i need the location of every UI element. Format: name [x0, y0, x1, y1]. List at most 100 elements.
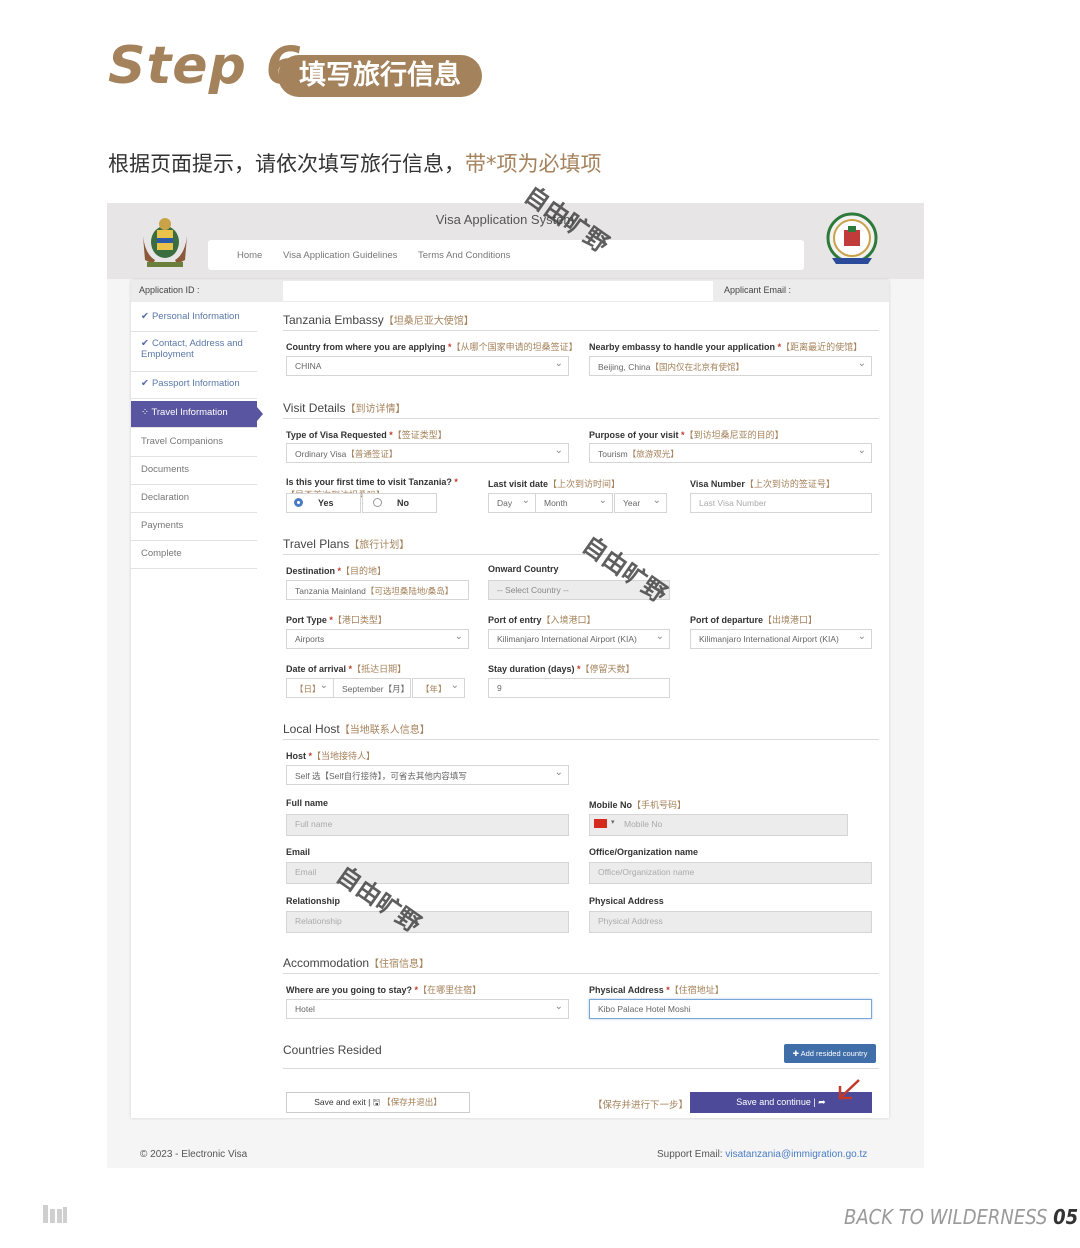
- visa-type-label: Type of Visa Requested *【签证类型】: [286, 430, 447, 440]
- sidebar-item-personal[interactable]: ✔ Personal Information: [131, 305, 257, 332]
- host-label: Host *【当地接待人】: [286, 751, 376, 761]
- accommodation-address-input[interactable]: Kibo Palace Hotel Moshi: [589, 999, 872, 1019]
- last-visit-label: Last visit date【上次到访时间】: [488, 479, 621, 489]
- tanzania-coat-of-arms-logo: [143, 218, 187, 267]
- nearby-embassy-label: Nearby embassy to handle your applicatio…: [589, 342, 863, 352]
- port-type-select[interactable]: Airports: [286, 629, 469, 649]
- visa-number-input[interactable]: Last Visa Number: [690, 493, 872, 513]
- intro-text: 根据页面提示，请依次填写旅行信息，带*项为必填项: [108, 152, 602, 176]
- china-flag-icon[interactable]: [594, 819, 607, 828]
- email-input[interactable]: Email: [286, 862, 569, 884]
- arrival-month-select[interactable]: September【月】: [333, 678, 411, 698]
- purpose-label: Purpose of your visit *【到访坦桑尼亚的目的】: [589, 430, 784, 440]
- sidebar-item-travel[interactable]: ⁘ Travel Information: [131, 401, 263, 428]
- mobile-input[interactable]: Mobile No: [589, 814, 848, 836]
- sidebar-item-contact[interactable]: ✔ Contact, Address and Employment: [131, 332, 257, 372]
- port-departure-label: Port of departure【出境港口】: [690, 615, 818, 625]
- port-type-label: Port Type *【港口类型】: [286, 615, 387, 625]
- port-departure-select[interactable]: Kilimanjaro International Airport (KIA): [690, 629, 872, 649]
- section-resided-title: Countries Resided: [283, 1043, 382, 1057]
- sidebar-item-companions[interactable]: Travel Companions: [131, 430, 257, 457]
- office-input[interactable]: Office/Organization name: [589, 862, 872, 884]
- relationship-label: Relationship: [286, 896, 341, 906]
- first-time-label: Is this your first time to visit Tanzani…: [286, 477, 458, 487]
- nav-terms[interactable]: Terms And Conditions: [418, 250, 510, 261]
- fullname-input[interactable]: Full name: [286, 814, 569, 836]
- spinner-icon: ⁘: [141, 407, 152, 418]
- country-select[interactable]: CHINA: [286, 356, 569, 376]
- divider: [283, 973, 879, 974]
- accommodation-address-label: Physical Address *【住宿地址】: [589, 985, 724, 995]
- brand-footer: BACK TO WILDERNESS 05: [844, 1205, 1079, 1229]
- stay-place-select[interactable]: Hotel: [286, 999, 569, 1019]
- sidebar-item-payments[interactable]: Payments: [131, 514, 257, 541]
- relationship-input[interactable]: Relationship: [286, 911, 569, 933]
- immigration-emblem-logo: [826, 212, 878, 264]
- yes-label: Yes: [318, 498, 334, 508]
- section-accommodation-title: Accommodation【住宿信息】: [283, 956, 430, 970]
- first-time-no-radio[interactable]: [373, 498, 382, 507]
- arrival-year-select[interactable]: 【年】: [412, 678, 465, 698]
- visa-number-label: Visa Number【上次到访的签证号】: [690, 479, 835, 489]
- brand-logo-icon: [43, 1205, 67, 1223]
- application-id-value: [283, 281, 713, 301]
- last-visit-year-select[interactable]: Year: [614, 493, 667, 513]
- section-plans-title: Travel Plans【旅行计划】: [283, 537, 410, 551]
- section-visit-title: Visit Details【到访详情】: [283, 401, 406, 415]
- port-entry-label: Port of entry【入境港口】: [488, 615, 596, 625]
- stay-place-label: Where are you going to stay? *【在哪里住宿】: [286, 985, 482, 995]
- last-visit-day-select[interactable]: Day: [488, 493, 536, 513]
- section-host-title: Local Host【当地联系人信息】: [283, 722, 430, 736]
- save-disk-icon: 🖫: [370, 1097, 383, 1107]
- host-address-input[interactable]: Physical Address: [589, 911, 872, 933]
- check-icon: ✔: [141, 311, 149, 322]
- copyright-text: © 2023 - Electronic Visa: [140, 1149, 248, 1160]
- country-label: Country from where you are applying *【从哪…: [286, 342, 578, 352]
- stay-duration-input[interactable]: 9: [488, 678, 670, 698]
- host-select[interactable]: Self 选【Self自行接待】，可省去其他内容填写: [286, 765, 569, 785]
- email-label: Email: [286, 847, 311, 857]
- destination-select[interactable]: Tanzania Mainland【可选坦桑陆地/桑岛】: [286, 580, 469, 600]
- first-time-yes-radio[interactable]: [294, 498, 303, 507]
- sidebar-item-passport[interactable]: ✔ Passport Information: [131, 372, 257, 399]
- plus-icon: ✚: [792, 1049, 801, 1058]
- onward-country-label: Onward Country: [488, 564, 559, 574]
- host-address-label: Physical Address: [589, 896, 664, 906]
- section-embassy-title: Tanzania Embassy【坦桑尼亚大使馆】: [283, 313, 474, 327]
- next-step-hint: 【保存并进行下一步】: [593, 1100, 689, 1111]
- share-arrow-icon: ➦: [815, 1097, 826, 1107]
- applicant-email-label: Applicant Email :: [724, 285, 792, 295]
- last-visit-month-select[interactable]: Month: [535, 493, 613, 513]
- arrival-date-label: Date of arrival *【抵达日期】: [286, 664, 407, 674]
- pointer-arrow-icon: [838, 1079, 860, 1100]
- check-icon: ✔: [141, 338, 149, 349]
- port-entry-select[interactable]: Kilimanjaro International Airport (KIA): [488, 629, 670, 649]
- check-icon: ✔: [141, 378, 149, 389]
- support-email-link[interactable]: visatanzania@immigration.go.tz: [725, 1149, 867, 1160]
- divider: [283, 330, 879, 331]
- divider: [283, 739, 879, 740]
- step-title: Step 6: [108, 36, 304, 96]
- nearby-embassy-select[interactable]: Beijing, China【国内仅在北京有使馆】: [589, 356, 872, 376]
- caret-down-icon: ▾: [611, 819, 615, 826]
- support-email-text: Support Email: visatanzania@immigration.…: [657, 1149, 868, 1160]
- arrival-day-select[interactable]: 【日】: [286, 678, 334, 698]
- sidebar-item-complete[interactable]: Complete: [131, 542, 257, 569]
- application-id-label: Application ID :: [139, 285, 200, 295]
- fullname-label: Full name: [286, 798, 329, 808]
- nav-home[interactable]: Home: [237, 250, 262, 261]
- no-label: No: [397, 498, 409, 508]
- add-resided-country-button[interactable]: ✚ Add resided country: [784, 1044, 876, 1063]
- sidebar-item-declaration[interactable]: Declaration: [131, 486, 257, 513]
- stay-duration-label: Stay duration (days) *【停留天数】: [488, 664, 635, 674]
- nav-guidelines[interactable]: Visa Application Guidelines: [283, 250, 397, 261]
- visa-type-select[interactable]: Ordinary Visa【普通签证】: [286, 443, 569, 463]
- divider: [283, 1068, 879, 1069]
- sidebar-item-documents[interactable]: Documents: [131, 458, 257, 485]
- office-label: Office/Organization name: [589, 847, 699, 857]
- purpose-select[interactable]: Tourism【旅游观光】: [589, 443, 872, 463]
- save-exit-button[interactable]: Save and exit | 🖫 【保存并退出】: [286, 1092, 470, 1113]
- divider: [283, 418, 879, 419]
- destination-label: Destination *【目的地】: [286, 566, 387, 576]
- step-badge: 填写旅行信息: [278, 55, 482, 97]
